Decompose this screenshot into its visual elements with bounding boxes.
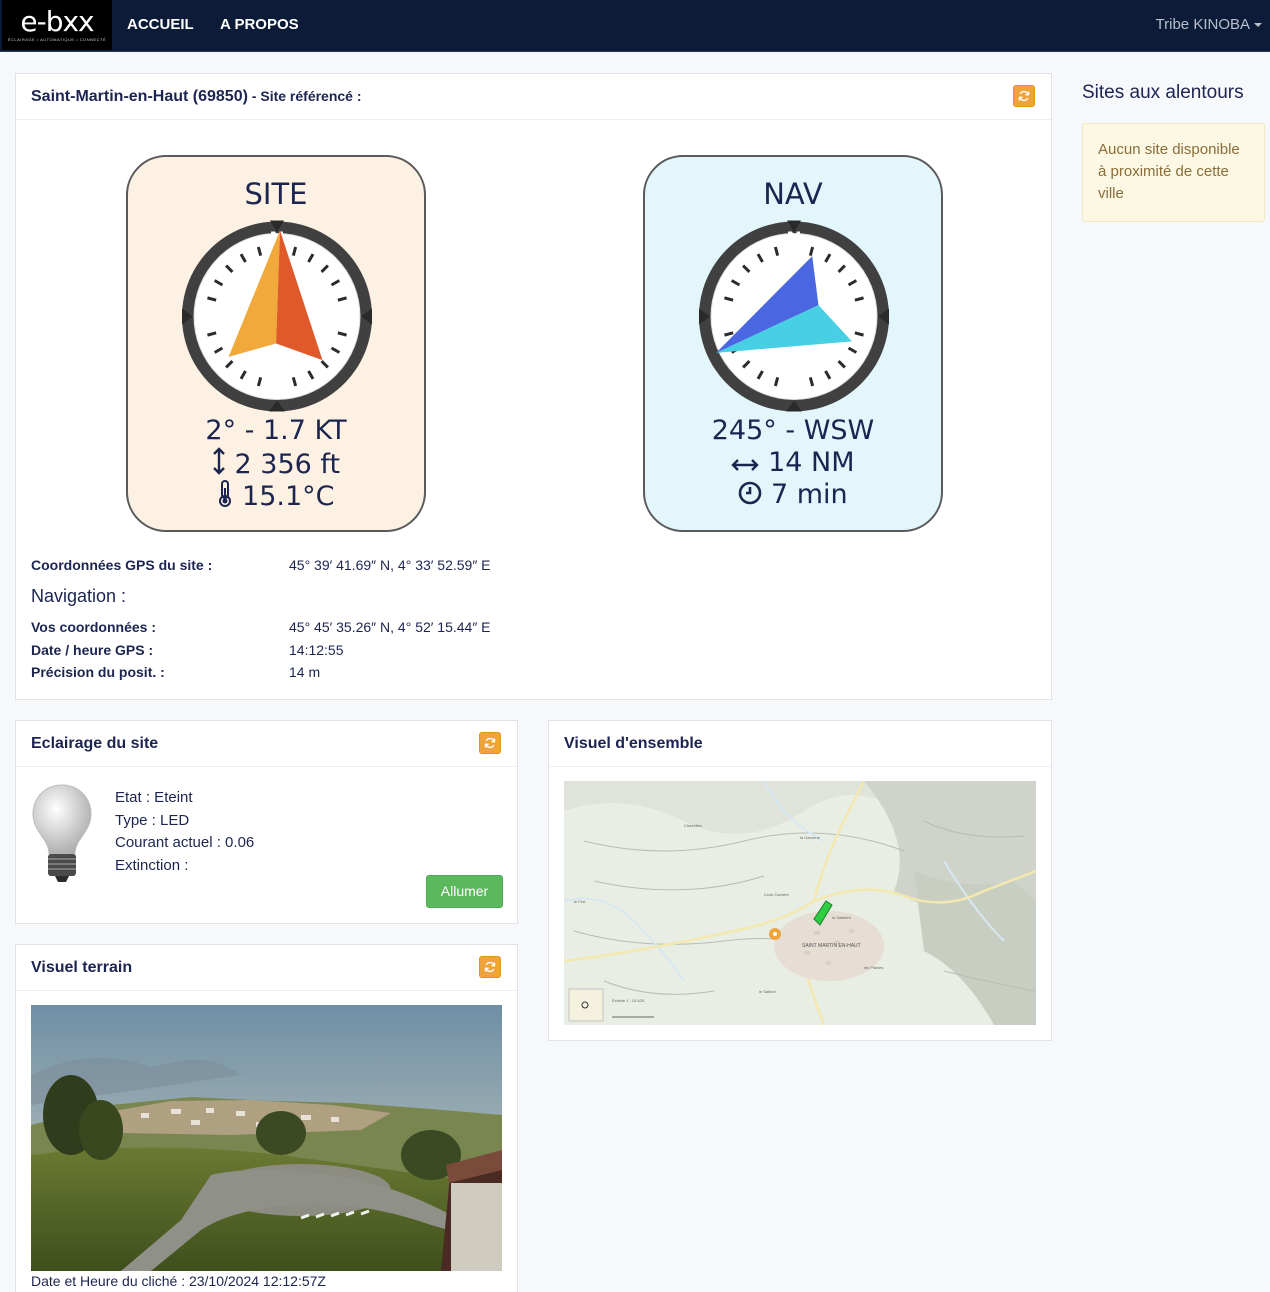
site-altitude-row: 2 356 ft xyxy=(128,447,424,480)
nearby-sites-title: Sites aux alentours xyxy=(1082,82,1244,103)
refresh-icon xyxy=(484,737,496,749)
terrain-panel-header: Visuel terrain xyxy=(16,945,517,991)
top-navbar: e-bxx ÉCLAIRAGE • AUTOMATIQUE • CONNECTÉ… xyxy=(0,0,1270,52)
nav-bearing: 245° - WSW xyxy=(711,415,875,446)
overview-map[interactable]: SAINT MARTIN EN-HAUT Croix Carrière la S… xyxy=(564,781,1036,1025)
gps-value: 45° 39′ 41.69″ N, 4° 33′ 52.59″ E xyxy=(289,557,491,573)
map-scale-label: Échelle 1 : 15 625 xyxy=(612,998,645,1003)
nav-link-accueil[interactable]: ACCUEIL xyxy=(127,16,194,33)
lighting-panel-title: Eclairage du site xyxy=(31,735,159,752)
site-wind: 2° - 1.7 KT xyxy=(205,415,347,446)
site-panel: Saint-Martin-en-Haut (69850) - Site réfé… xyxy=(15,73,1052,700)
nav-distance: 14 NM xyxy=(768,447,855,478)
horizontal-arrows-icon xyxy=(731,459,760,471)
datetime-value: 14:12:55 xyxy=(289,642,344,658)
precision-label: Précision du posit. : xyxy=(31,664,165,680)
user-menu[interactable]: Tribe KINOBA xyxy=(1156,16,1262,33)
refresh-lighting-button[interactable] xyxy=(479,732,501,754)
map-place-label: la Garonne xyxy=(800,835,821,840)
site-panel-header: Saint-Martin-en-Haut (69850) - Site réfé… xyxy=(16,74,1051,120)
light-bulb-icon xyxy=(32,784,92,882)
map-place-label: la Sablière xyxy=(832,915,852,920)
lighting-panel-header: Eclairage du site xyxy=(16,721,517,767)
terrain-caption: Date et Heure du cliché : 23/10/2024 12:… xyxy=(31,1273,326,1289)
turn-on-button[interactable]: Allumer xyxy=(426,875,503,908)
site-temperature: 15.1°C xyxy=(242,481,335,512)
lighting-type: Type : LED xyxy=(115,811,190,829)
lighting-current: Courant actuel : 0.06 xyxy=(115,834,255,851)
overview-panel-title: Visuel d'ensemble xyxy=(564,735,703,752)
refresh-site-button[interactable] xyxy=(1013,85,1035,107)
lighting-extinction: Extinction : xyxy=(115,856,189,874)
brand-logo[interactable]: e-bxx ÉCLAIRAGE • AUTOMATIQUE • CONNECTÉ xyxy=(2,0,112,50)
thermometer-icon xyxy=(219,480,232,507)
lighting-panel: Eclairage du site Etat : Eteint Type : L… xyxy=(15,720,518,924)
overview-panel-header: Visuel d'ensemble xyxy=(549,721,1051,767)
nav-compass-card: NAV N 245° - WSW 14 NM 7 min xyxy=(643,155,943,532)
nav-card-title: NAV xyxy=(763,177,823,211)
nav-compass: N xyxy=(699,220,889,412)
refresh-terrain-button[interactable] xyxy=(479,956,501,978)
nearby-sites-alert: Aucun site disponible à proximité de cet… xyxy=(1082,123,1265,222)
brand-logo-tagline: ÉCLAIRAGE • AUTOMATIQUE • CONNECTÉ xyxy=(7,36,107,42)
gps-label: Coordonnées GPS du site : xyxy=(31,557,213,573)
navigation-heading: Navigation : xyxy=(31,586,127,606)
chevron-down-icon xyxy=(1254,23,1262,28)
user-name: Tribe KINOBA xyxy=(1155,16,1250,33)
coords-label: Vos coordonnées : xyxy=(31,619,156,635)
site-compass-card: SITE N 2° - 1.7 KT 2 356 ft 15.1°C xyxy=(126,155,426,532)
site-altitude: 2 356 ft xyxy=(234,449,341,480)
site-name: Saint-Martin-en-Haut (69850) xyxy=(31,88,248,105)
overview-panel: Visuel d'ensemble SAINT MARTIN EN-HAUT C… xyxy=(548,720,1052,1041)
lighting-info: Etat : Eteint Type : LED Courant actuel … xyxy=(115,787,254,877)
nav-link-a-propos[interactable]: A PROPOS xyxy=(220,16,299,33)
brand-logo-text: e-bxx xyxy=(20,4,94,38)
terrain-webcam-photo xyxy=(31,1005,502,1271)
terrain-panel-title: Visuel terrain xyxy=(31,959,133,976)
site-temperature-row: 15.1°C xyxy=(128,479,424,512)
site-status: - Site référencé : xyxy=(247,88,362,104)
map-place-label: le Sablon xyxy=(759,989,776,994)
compass-north-label: N xyxy=(786,229,801,250)
site-card-title: SITE xyxy=(244,177,308,211)
terrain-panel: Visuel terrain Date et Heure du cliché:… xyxy=(15,944,518,1292)
lighting-state: Etat : Eteint xyxy=(115,789,193,806)
nav-duration-row: 7 min xyxy=(645,479,941,510)
map-place-label: Croix Carrière xyxy=(764,892,790,897)
refresh-icon xyxy=(1018,90,1030,102)
clock-icon xyxy=(739,481,762,505)
nav-distance-row: 14 NM xyxy=(645,447,941,478)
coords-value: 45° 45′ 35.26″ N, 4° 52′ 15.44″ E xyxy=(289,619,491,635)
precision-value: 14 m xyxy=(289,664,321,680)
nav-duration: 7 min xyxy=(770,479,848,510)
map-minimap[interactable] xyxy=(568,988,604,1022)
datetime-label: Date / heure GPS : xyxy=(31,642,154,658)
map-town-label: SAINT MARTIN EN-HAUT xyxy=(802,943,861,949)
vertical-arrows-icon xyxy=(213,447,225,475)
map-place-label: le Fort xyxy=(574,899,586,904)
map-place-label: Chazelles xyxy=(684,823,702,828)
map-place-label: les Plaines xyxy=(864,965,883,970)
refresh-icon xyxy=(484,961,496,973)
site-compass: N xyxy=(182,220,372,412)
